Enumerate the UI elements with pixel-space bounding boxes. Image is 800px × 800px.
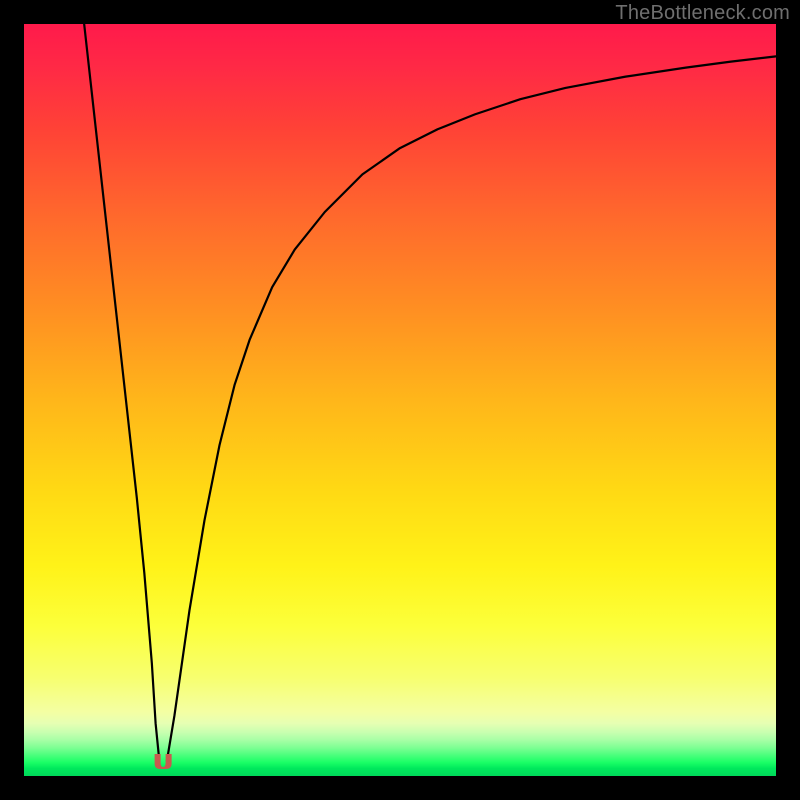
plot-area [24,24,776,776]
bottleneck-curve-svg [24,24,776,776]
cusp-marker-icon [155,754,171,768]
curve-left-branch [84,24,159,761]
watermark-text: TheBottleneck.com [615,2,790,25]
curve-right-branch [167,56,776,761]
chart-frame: TheBottleneck.com [0,0,800,800]
